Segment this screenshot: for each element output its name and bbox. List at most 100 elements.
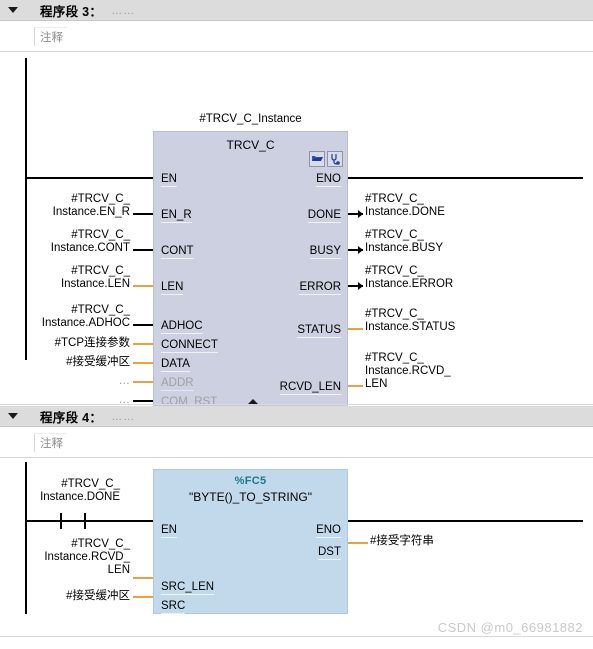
operand-cont[interactable]: #TRCV_C_ Instance.CONT bbox=[10, 229, 130, 255]
operand-src[interactable]: #接受缓冲区 bbox=[10, 590, 130, 603]
fc5-pin-src-len: SRC_LEN bbox=[161, 581, 215, 595]
operand-en-r[interactable]: #TRCV_C_ Instance.EN_R bbox=[10, 193, 130, 219]
fc5-pin-eno: ENO bbox=[316, 524, 341, 538]
fc5-pin-dst: DST bbox=[318, 546, 341, 560]
operand-len[interactable]: #TRCV_C_ Instance.LEN bbox=[10, 265, 130, 291]
operand-rcvd-len-line2: Instance.RCVD_ bbox=[365, 365, 451, 377]
operand-error[interactable]: #TRCV_C_ Instance.ERROR bbox=[365, 265, 525, 291]
wire-adhoc bbox=[133, 324, 153, 326]
wire-len bbox=[133, 285, 153, 287]
wire-connect bbox=[133, 343, 153, 345]
wire-rung-en bbox=[26, 520, 153, 522]
operand-rcvd-len-line3: LEN bbox=[365, 378, 388, 390]
network-4-title: 程序段 4： bbox=[40, 410, 103, 425]
trcv-c-block-header: TRCV_C bbox=[154, 132, 347, 167]
network-3-title: 程序段 3： bbox=[40, 4, 103, 19]
operand-src-len-line2: Instance.RCVD_ bbox=[44, 551, 130, 563]
pin-rcvd-len: RCVD_LEN bbox=[279, 381, 341, 395]
operand-data[interactable]: #接受缓冲区 bbox=[10, 356, 130, 369]
fc5-pin-en: EN bbox=[161, 524, 177, 538]
operand-adhoc-line2: Instance.ADHOC bbox=[41, 317, 130, 329]
operand-contact-done-line1: #TRCV_C_ bbox=[61, 478, 120, 490]
operand-src-len-line3: LEN bbox=[107, 564, 130, 576]
trcv-c-block-name: TRCV_C bbox=[226, 138, 275, 152]
byte-to-string-block[interactable]: %FC5 "BYTE()_TO_STRING" EN SRC_LEN SRC E… bbox=[153, 469, 348, 614]
operand-adhoc[interactable]: #TRCV_C_ Instance.ADHOC bbox=[10, 304, 130, 330]
pin-error: ERROR bbox=[299, 281, 341, 295]
operand-done-line2: Instance.DONE bbox=[365, 206, 445, 218]
wire-addr bbox=[133, 381, 153, 383]
trcv-c-block-icons bbox=[309, 151, 343, 167]
pin-done: DONE bbox=[307, 209, 341, 223]
network-3-title-dots: …… bbox=[111, 5, 136, 17]
fc5-block-name: "BYTE()_TO_STRING" bbox=[189, 490, 312, 504]
pin-eno: ENO bbox=[316, 173, 341, 187]
wire-cont bbox=[133, 249, 153, 251]
operand-src-len[interactable]: #TRCV_C_ Instance.RCVD_ LEN bbox=[10, 538, 130, 577]
operand-en-r-line2: Instance.EN_R bbox=[52, 206, 130, 218]
wire-src-len bbox=[133, 577, 153, 579]
operand-src-len-line1: #TRCV_C_ bbox=[71, 538, 130, 550]
operand-connect[interactable]: #TCP连接参数 bbox=[10, 337, 130, 350]
pin-connect: CONNECT bbox=[161, 339, 218, 353]
wire-data bbox=[133, 362, 153, 364]
wire-fc5-dst bbox=[348, 542, 368, 544]
wire-status bbox=[348, 328, 363, 330]
operand-cont-line2: Instance.CONT bbox=[50, 242, 130, 254]
operand-busy-line1: #TRCV_C_ bbox=[365, 229, 424, 241]
pin-en-r: EN_R bbox=[161, 209, 192, 223]
wire-en-r bbox=[133, 213, 153, 215]
pin-busy: BUSY bbox=[309, 245, 341, 259]
operand-error-line2: Instance.ERROR bbox=[365, 278, 454, 290]
operand-adhoc-line1: #TRCV_C_ bbox=[71, 304, 130, 316]
operand-addr[interactable]: … bbox=[10, 375, 131, 388]
wire-fc5-eno bbox=[348, 520, 583, 522]
pin-en: EN bbox=[161, 173, 177, 187]
network-4-bottom-separator bbox=[0, 636, 593, 637]
contact-trcv-done[interactable] bbox=[60, 513, 86, 529]
network-4-comment-text[interactable]: 注释 bbox=[34, 433, 67, 452]
operand-contact-done[interactable]: #TRCV_C_ Instance.DONE bbox=[10, 478, 120, 504]
operand-done-line1: #TRCV_C_ bbox=[365, 193, 424, 205]
operand-done[interactable]: #TRCV_C_ Instance.DONE bbox=[365, 193, 525, 219]
operand-rcvd-len-line1: #TRCV_C_ bbox=[365, 352, 424, 364]
pin-status: STATUS bbox=[297, 324, 341, 338]
pin-adhoc: ADHOC bbox=[161, 320, 203, 334]
operand-busy[interactable]: #TRCV_C_ Instance.BUSY bbox=[365, 229, 525, 255]
operand-status-line2: Instance.STATUS bbox=[365, 321, 456, 333]
pin-addr: ADDR bbox=[161, 377, 194, 391]
wire-rcvd-len bbox=[348, 385, 363, 387]
operand-cont-line1: #TRCV_C_ bbox=[71, 229, 130, 241]
arrow-done bbox=[358, 210, 363, 218]
operand-len-line2: Instance.LEN bbox=[60, 278, 130, 290]
network-4-header[interactable]: 程序段 4： …… bbox=[0, 406, 593, 427]
network-3-header[interactable]: 程序段 3： …… bbox=[0, 0, 593, 21]
operand-busy-line2: Instance.BUSY bbox=[365, 242, 443, 254]
watermark: CSDN @m0_66981882 bbox=[437, 620, 583, 635]
operand-rcvd-len[interactable]: #TRCV_C_ Instance.RCVD_ LEN bbox=[365, 352, 525, 391]
contact-bar-left bbox=[60, 513, 62, 529]
operand-dst[interactable]: #接受字符串 bbox=[370, 535, 530, 548]
pin-cont: CONT bbox=[161, 245, 194, 259]
network-3-bottom-separator bbox=[0, 404, 593, 405]
wire-en bbox=[26, 177, 153, 179]
trcv-c-block[interactable]: TRCV_C EN EN_R CONT LEN ADHOC CONNECT DA… bbox=[153, 131, 348, 412]
network-3-comment-row[interactable]: 注释 bbox=[0, 21, 593, 52]
operand-en-r-line1: #TRCV_C_ bbox=[71, 193, 130, 205]
collapse-arrow-icon-2[interactable] bbox=[8, 413, 18, 419]
block-instance-label: #TRCV_C_Instance bbox=[199, 113, 302, 125]
pin-data: DATA bbox=[161, 358, 190, 372]
open-block-icon[interactable] bbox=[309, 151, 325, 167]
arrow-busy bbox=[358, 246, 363, 254]
fc5-block-header: %FC5 "BYTE()_TO_STRING" bbox=[154, 470, 347, 510]
network-3-comment-text[interactable]: 注释 bbox=[34, 27, 67, 46]
fc5-pin-src: SRC bbox=[161, 600, 186, 614]
arrow-error bbox=[358, 282, 363, 290]
watch-probe-icon[interactable] bbox=[327, 151, 343, 167]
network-4-comment-row[interactable]: 注释 bbox=[0, 427, 593, 458]
operand-error-line1: #TRCV_C_ bbox=[365, 265, 424, 277]
collapse-arrow-icon[interactable] bbox=[8, 7, 18, 13]
fc5-block-address: %FC5 bbox=[234, 475, 267, 487]
operand-status[interactable]: #TRCV_C_ Instance.STATUS bbox=[365, 308, 525, 334]
network-4-title-dots: …… bbox=[111, 411, 136, 423]
